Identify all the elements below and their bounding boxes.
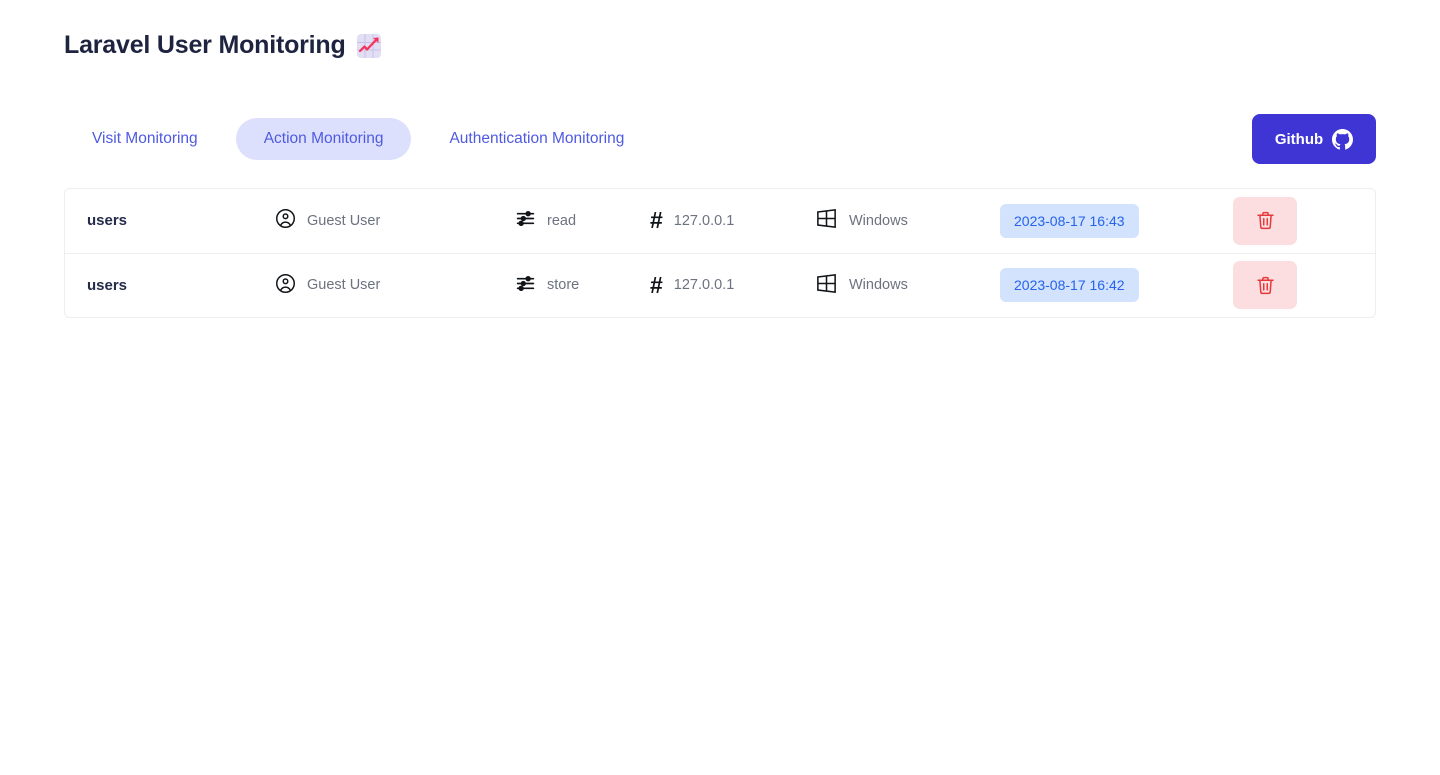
github-icon	[1332, 128, 1354, 150]
row-os-label: Windows	[849, 277, 908, 294]
delete-button[interactable]	[1233, 261, 1297, 310]
row-action-label: store	[547, 277, 580, 294]
table: users Guest User read # 127.0.0.1 Window…	[65, 189, 1375, 317]
table-body: users Guest User read # 127.0.0.1 Window…	[65, 189, 1375, 317]
row-ip-label: 127.0.0.1	[673, 212, 735, 229]
cell-actions	[1225, 189, 1375, 253]
cell-action: store	[515, 253, 650, 317]
tab-list: Visit Monitoring Action Monitoring Authe…	[64, 118, 652, 160]
trash-icon	[1255, 210, 1276, 231]
tab-authentication-monitoring[interactable]: Authentication Monitoring	[421, 118, 652, 160]
tab-action-monitoring[interactable]: Action Monitoring	[235, 118, 412, 160]
row-name-label: users	[87, 276, 128, 294]
windows-icon	[815, 207, 838, 234]
row-user-label: Guest User	[307, 277, 381, 294]
row-user-label: Guest User	[307, 212, 381, 229]
cell-ip: # 127.0.0.1	[650, 189, 815, 253]
cell-user: Guest User	[275, 189, 515, 253]
user-circle-icon	[275, 208, 296, 233]
sliders-icon	[515, 208, 536, 233]
trash-icon	[1255, 275, 1276, 296]
delete-button[interactable]	[1233, 196, 1297, 245]
cell-os: Windows	[815, 189, 1000, 253]
page-title: Laravel User Monitoring	[64, 0, 1376, 62]
user-circle-icon	[275, 273, 296, 298]
github-button[interactable]: Github	[1252, 114, 1376, 164]
row-ip-label: 127.0.0.1	[673, 277, 735, 294]
cell-name: users	[65, 253, 275, 317]
row-action-label: read	[547, 212, 577, 229]
cell-user: Guest User	[275, 253, 515, 317]
hash-icon: #	[650, 271, 663, 298]
cell-timestamp: 2023-08-17 16:43	[1000, 189, 1225, 253]
cell-actions	[1225, 253, 1375, 317]
app-root: Laravel User Monitoring Visit Monitoring…	[0, 0, 1440, 775]
cell-timestamp: 2023-08-17 16:42	[1000, 253, 1225, 317]
row-os-label: Windows	[849, 212, 908, 229]
windows-icon	[815, 272, 838, 299]
table-row: users Guest User	[65, 189, 1375, 253]
timestamp-badge: 2023-08-17 16:43	[1000, 203, 1139, 238]
hash-icon: #	[650, 207, 663, 234]
github-button-label: Github	[1274, 130, 1324, 148]
cell-ip: # 127.0.0.1	[650, 253, 815, 317]
cell-name: users	[65, 189, 275, 253]
toolbar: Visit Monitoring Action Monitoring Authe…	[64, 100, 1376, 178]
tab-visit-monitoring[interactable]: Visit Monitoring	[64, 118, 226, 160]
table-row: users Guest User	[65, 253, 1375, 317]
action-monitoring-table: users Guest User read # 127.0.0.1 Window…	[64, 188, 1376, 318]
cell-action: read	[515, 189, 650, 253]
timestamp-badge: 2023-08-17 16:42	[1000, 268, 1139, 303]
page-title-text: Laravel User Monitoring	[64, 30, 346, 59]
sliders-icon	[515, 273, 536, 298]
chart-increasing-emoji	[356, 33, 382, 59]
row-name-label: users	[87, 212, 128, 230]
cell-os: Windows	[815, 253, 1000, 317]
